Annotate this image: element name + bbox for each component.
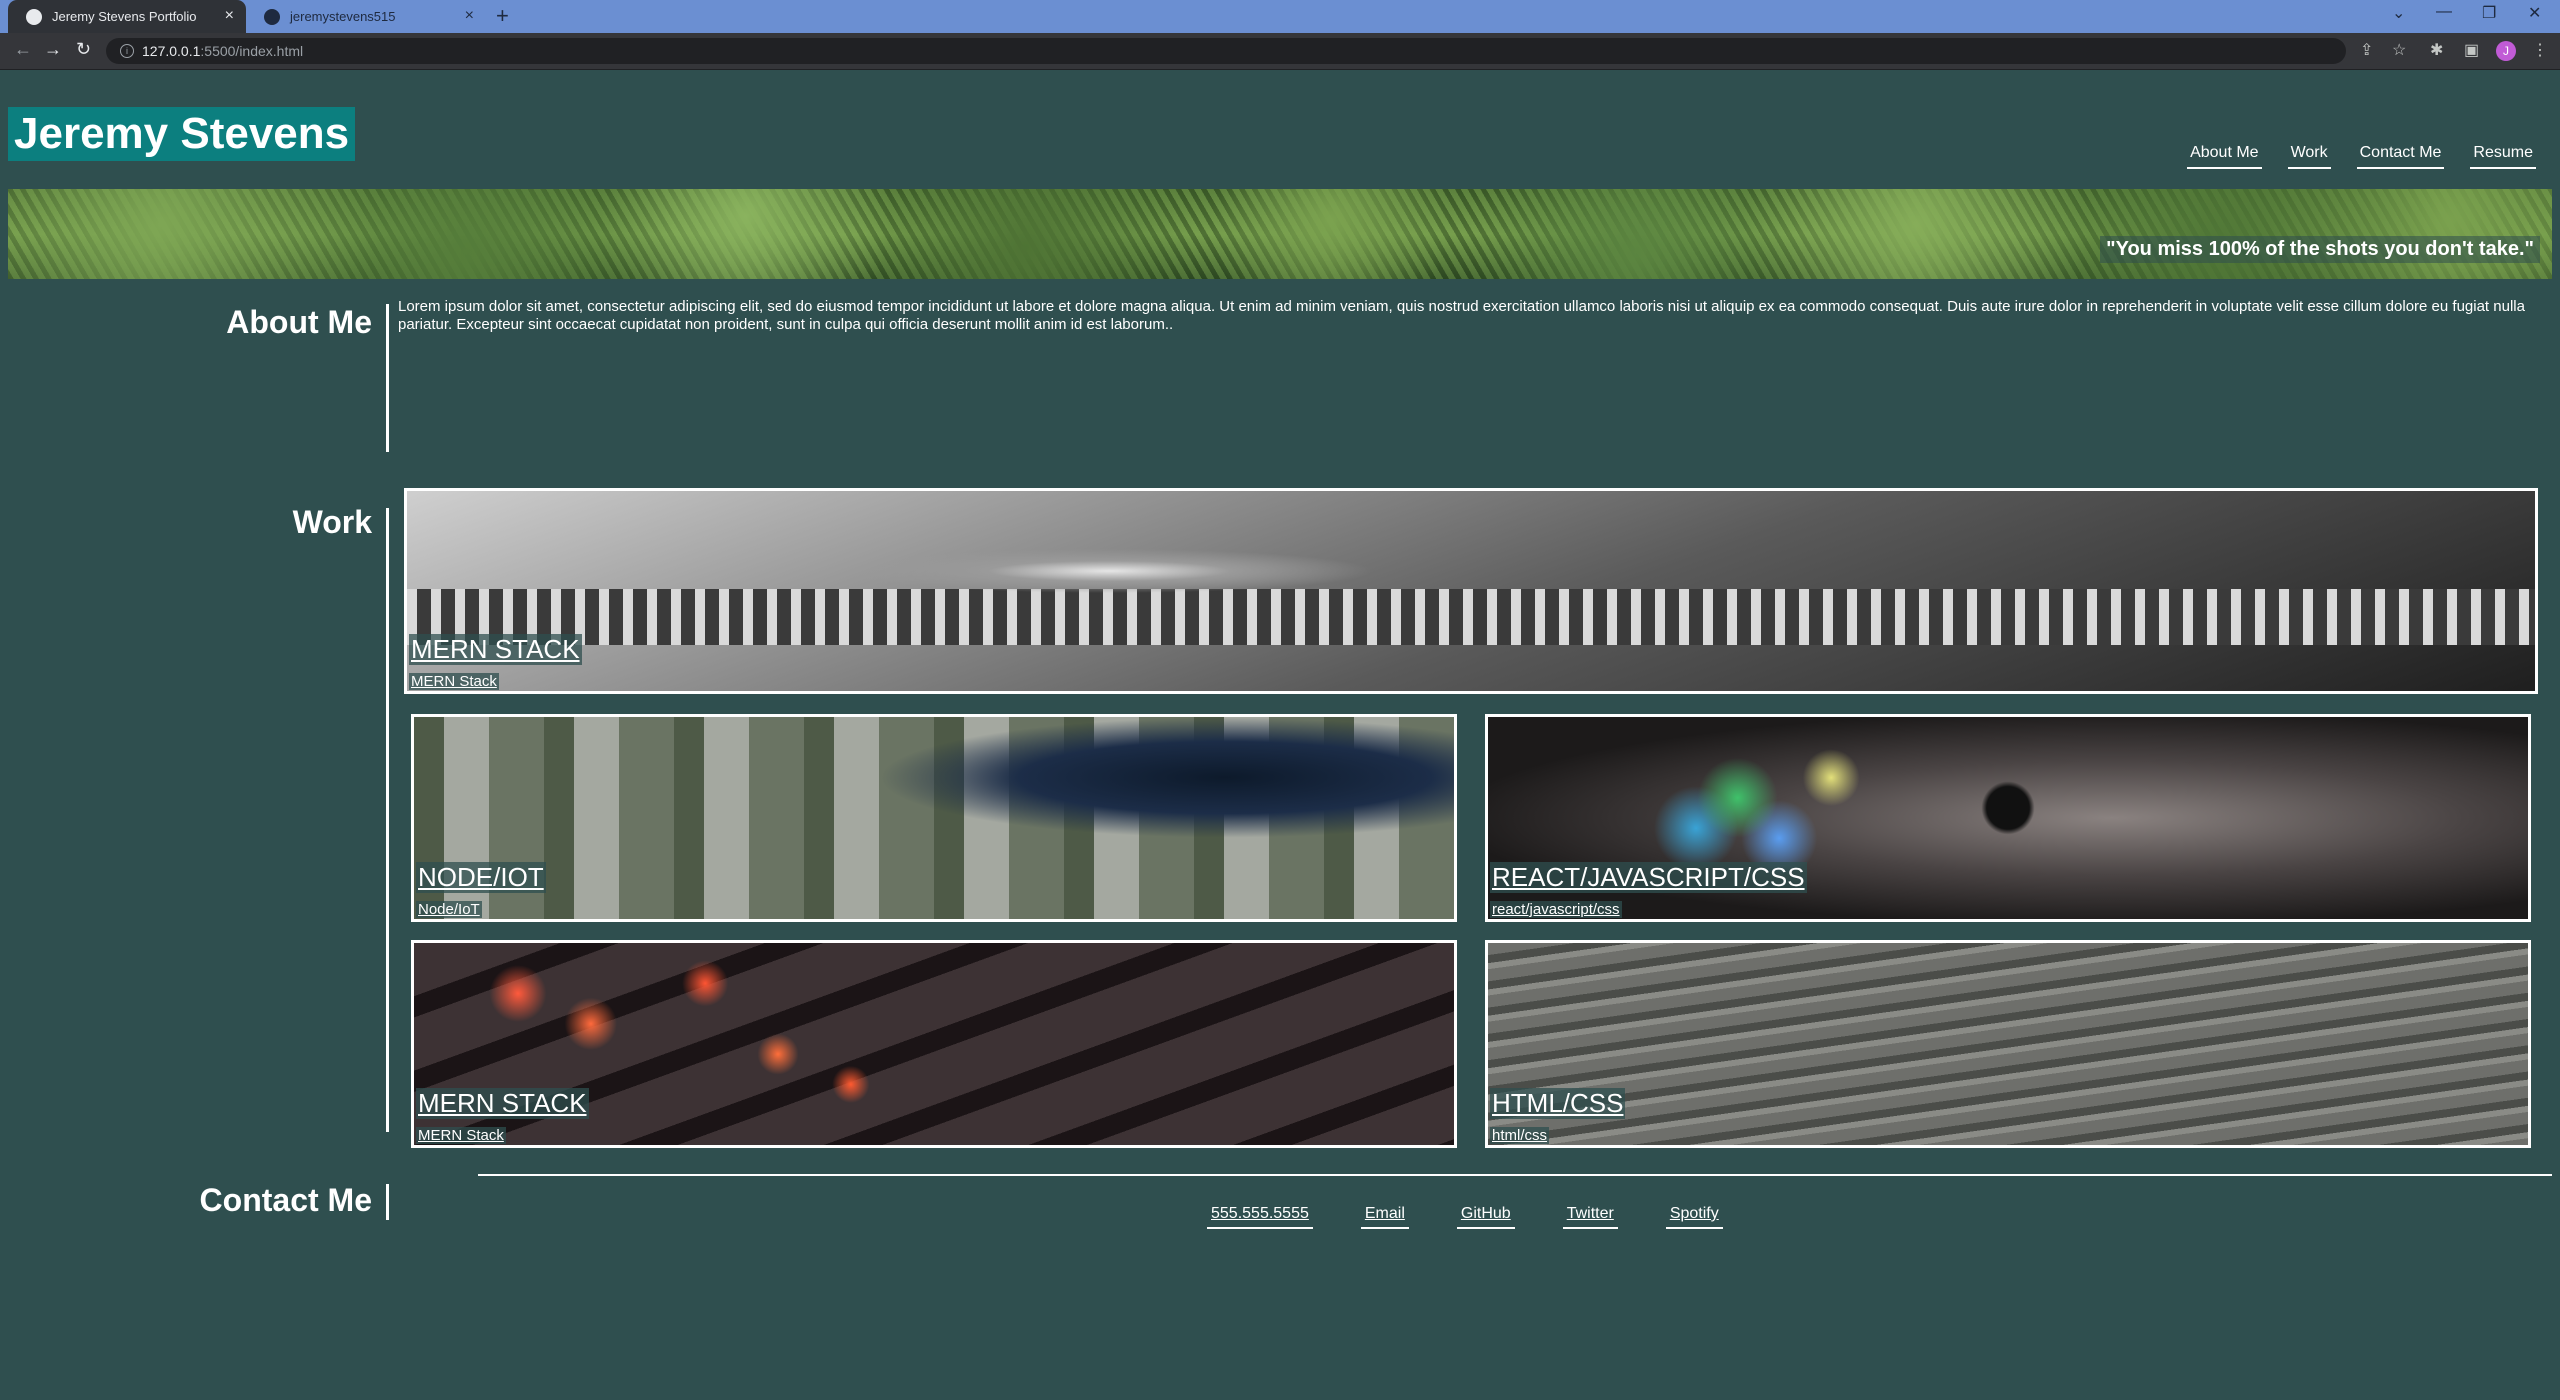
project-card[interactable]: NODE/IOT Node/IoT xyxy=(411,714,1457,922)
twitter-link[interactable]: Twitter xyxy=(1562,1205,1618,1229)
about-divider xyxy=(386,304,389,452)
close-icon[interactable]: × xyxy=(225,6,234,26)
contact-divider-line xyxy=(478,1174,2552,1176)
project-card[interactable]: MERN STACK MERN Stack xyxy=(404,488,2538,694)
restore-button[interactable]: ❐ xyxy=(2482,3,2496,23)
about-text: Lorem ipsum dolor sit amet, consectetur … xyxy=(398,298,2525,333)
tab-github[interactable]: jeremystevens515 × xyxy=(246,0,486,33)
nav-about-me[interactable]: About Me xyxy=(2187,144,2262,169)
about-heading: About Me xyxy=(226,304,372,340)
hero-quote: "You miss 100% of the shots you don't ta… xyxy=(2100,236,2540,263)
menu-icon[interactable]: ⋮ xyxy=(2532,40,2548,60)
back-icon[interactable]: ← xyxy=(14,39,32,60)
project-title[interactable]: HTML/CSS xyxy=(1490,1088,1626,1119)
github-link[interactable]: GitHub xyxy=(1456,1205,1515,1229)
work-divider xyxy=(386,508,389,1132)
new-tab-button[interactable]: + xyxy=(496,3,509,29)
contact-links: 555.555.5555 Email GitHub Twitter Spotif… xyxy=(1207,1205,1723,1229)
tab-search-icon[interactable]: ⌄ xyxy=(2392,3,2405,23)
extensions-icon[interactable]: ✱ xyxy=(2430,40,2443,60)
project-subtitle[interactable]: MERN Stack xyxy=(409,673,499,690)
project-image xyxy=(1488,943,2528,1145)
address-bar: ← → ↻ i 127.0.0.1:5500/index.html ⇪ ☆ ✱ … xyxy=(0,33,2560,70)
nav-contact-me[interactable]: Contact Me xyxy=(2356,144,2445,169)
forward-icon[interactable]: → xyxy=(44,39,62,60)
site-title: Jeremy Stevens xyxy=(8,107,356,161)
minimize-button[interactable]: — xyxy=(2436,3,2452,21)
contact-divider xyxy=(386,1184,389,1220)
close-window-button[interactable]: ✕ xyxy=(2528,3,2541,23)
project-image xyxy=(414,717,1454,919)
project-card[interactable]: HTML/CSS html/css xyxy=(1485,940,2531,1148)
browser-tab-bar: Jeremy Stevens Portfolio × jeremystevens… xyxy=(0,0,2560,33)
star-icon[interactable]: ☆ xyxy=(2392,40,2406,60)
url-text: 127.0.0.1:5500/index.html xyxy=(142,43,304,59)
work-heading: Work xyxy=(292,504,372,540)
side-panel-icon[interactable]: ▣ xyxy=(2464,40,2479,60)
project-card[interactable]: MERN STACK MERN Stack xyxy=(411,940,1457,1148)
tab-label: jeremystevens515 xyxy=(290,9,396,24)
hero-banner: "You miss 100% of the shots you don't ta… xyxy=(8,189,2552,279)
email-link[interactable]: Email xyxy=(1360,1205,1409,1229)
contact-heading: Contact Me xyxy=(199,1182,372,1218)
profile-avatar[interactable]: J xyxy=(2496,41,2516,61)
project-subtitle[interactable]: Node/IoT xyxy=(416,901,482,918)
project-title[interactable]: MERN STACK xyxy=(409,634,582,665)
project-subtitle[interactable]: react/javascript/css xyxy=(1490,901,1622,918)
github-icon xyxy=(264,9,280,25)
spotify-link[interactable]: Spotify xyxy=(1665,1205,1723,1229)
project-title[interactable]: NODE/IOT xyxy=(416,862,546,893)
project-subtitle[interactable]: html/css xyxy=(1490,1127,1550,1144)
project-card[interactable]: REACT/JAVASCRIPT/CSS react/javascript/cs… xyxy=(1485,714,2531,922)
project-title[interactable]: REACT/JAVASCRIPT/CSS xyxy=(1490,862,1807,893)
nav-resume[interactable]: Resume xyxy=(2470,144,2536,169)
phone-link[interactable]: 555.555.5555 xyxy=(1207,1205,1313,1229)
share-icon[interactable]: ⇪ xyxy=(2360,40,2373,60)
main-nav: About Me Work Contact Me Resume xyxy=(2187,144,2536,169)
url-field[interactable]: i 127.0.0.1:5500/index.html xyxy=(106,38,2346,64)
project-subtitle[interactable]: MERN Stack xyxy=(416,1127,506,1144)
tab-label: Jeremy Stevens Portfolio xyxy=(52,9,197,24)
project-image xyxy=(407,491,2535,691)
info-icon[interactable]: i xyxy=(120,44,134,58)
reload-icon[interactable]: ↻ xyxy=(76,39,91,60)
globe-icon xyxy=(26,9,42,25)
close-icon[interactable]: × xyxy=(465,6,474,26)
tab-portfolio[interactable]: Jeremy Stevens Portfolio × xyxy=(8,0,246,33)
project-title[interactable]: MERN STACK xyxy=(416,1088,589,1119)
nav-work[interactable]: Work xyxy=(2287,144,2331,169)
